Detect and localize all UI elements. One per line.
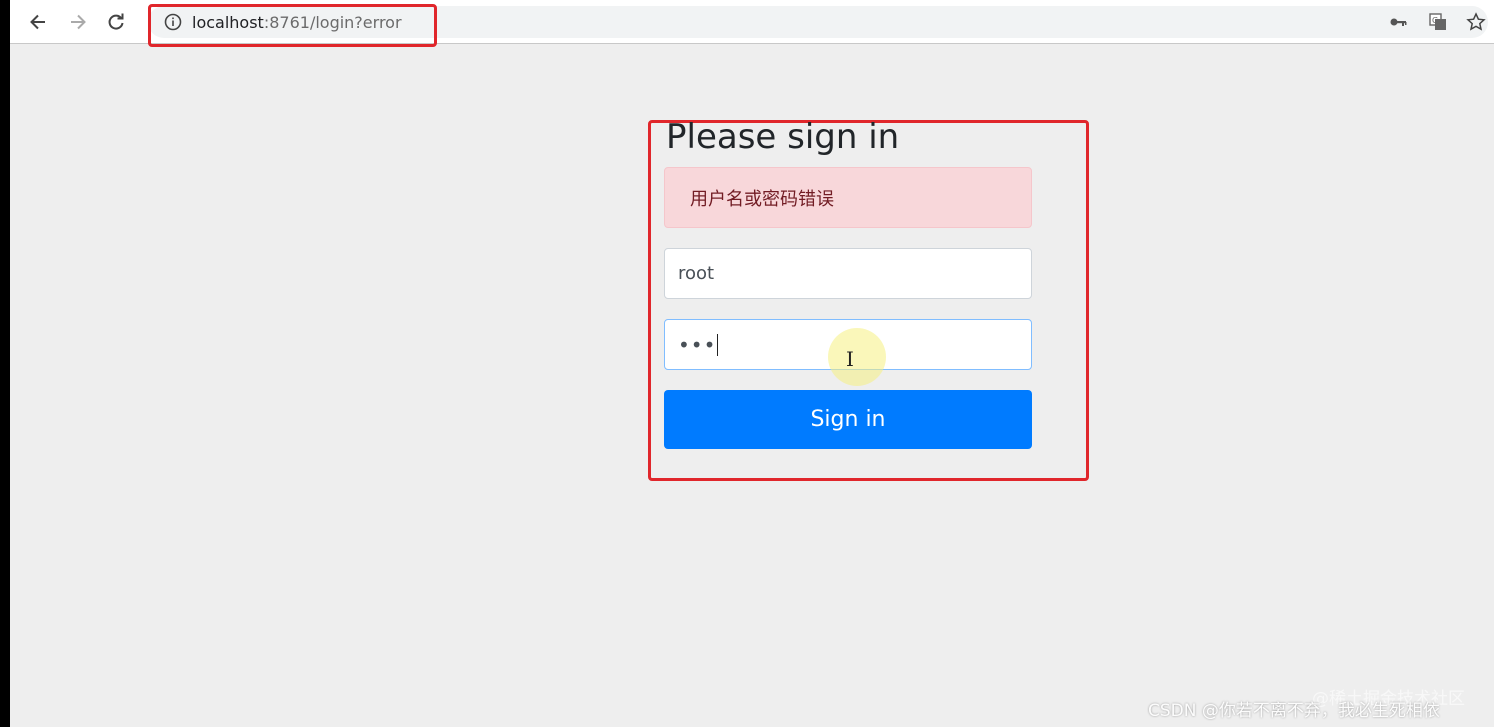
translate-icon[interactable]: G [1424,8,1452,36]
back-button[interactable] [24,8,52,36]
error-alert: 用户名或密码错误 [664,167,1032,228]
sign-in-label: Sign in [810,407,886,432]
sign-in-button[interactable]: Sign in [664,390,1032,449]
forward-button[interactable] [64,8,92,36]
error-message: 用户名或密码错误 [690,188,834,210]
cursor-highlight [828,328,886,386]
svg-text:G: G [1432,16,1438,25]
reload-button[interactable] [102,8,130,36]
reload-icon [108,13,124,30]
forward-icon [71,14,86,30]
username-field[interactable]: root [664,248,1032,299]
login-form: Please sign in 用户名或密码错误 root ••• Sign in [664,115,1032,449]
key-icon[interactable] [1384,8,1412,36]
text-caret [717,333,719,356]
watermark: CSDN @你若不离不弃，我必生死相依 [1148,701,1440,721]
page-title: Please sign in [666,117,900,157]
text-cursor-icon: I [846,347,854,371]
annotation-box-url [148,4,437,47]
password-value: ••• [678,332,717,357]
back-icon [30,14,45,30]
star-icon[interactable] [1462,8,1490,36]
browser-window: localhost:8761/login?error G Please sig… [10,0,1494,727]
username-value: root [678,263,715,284]
